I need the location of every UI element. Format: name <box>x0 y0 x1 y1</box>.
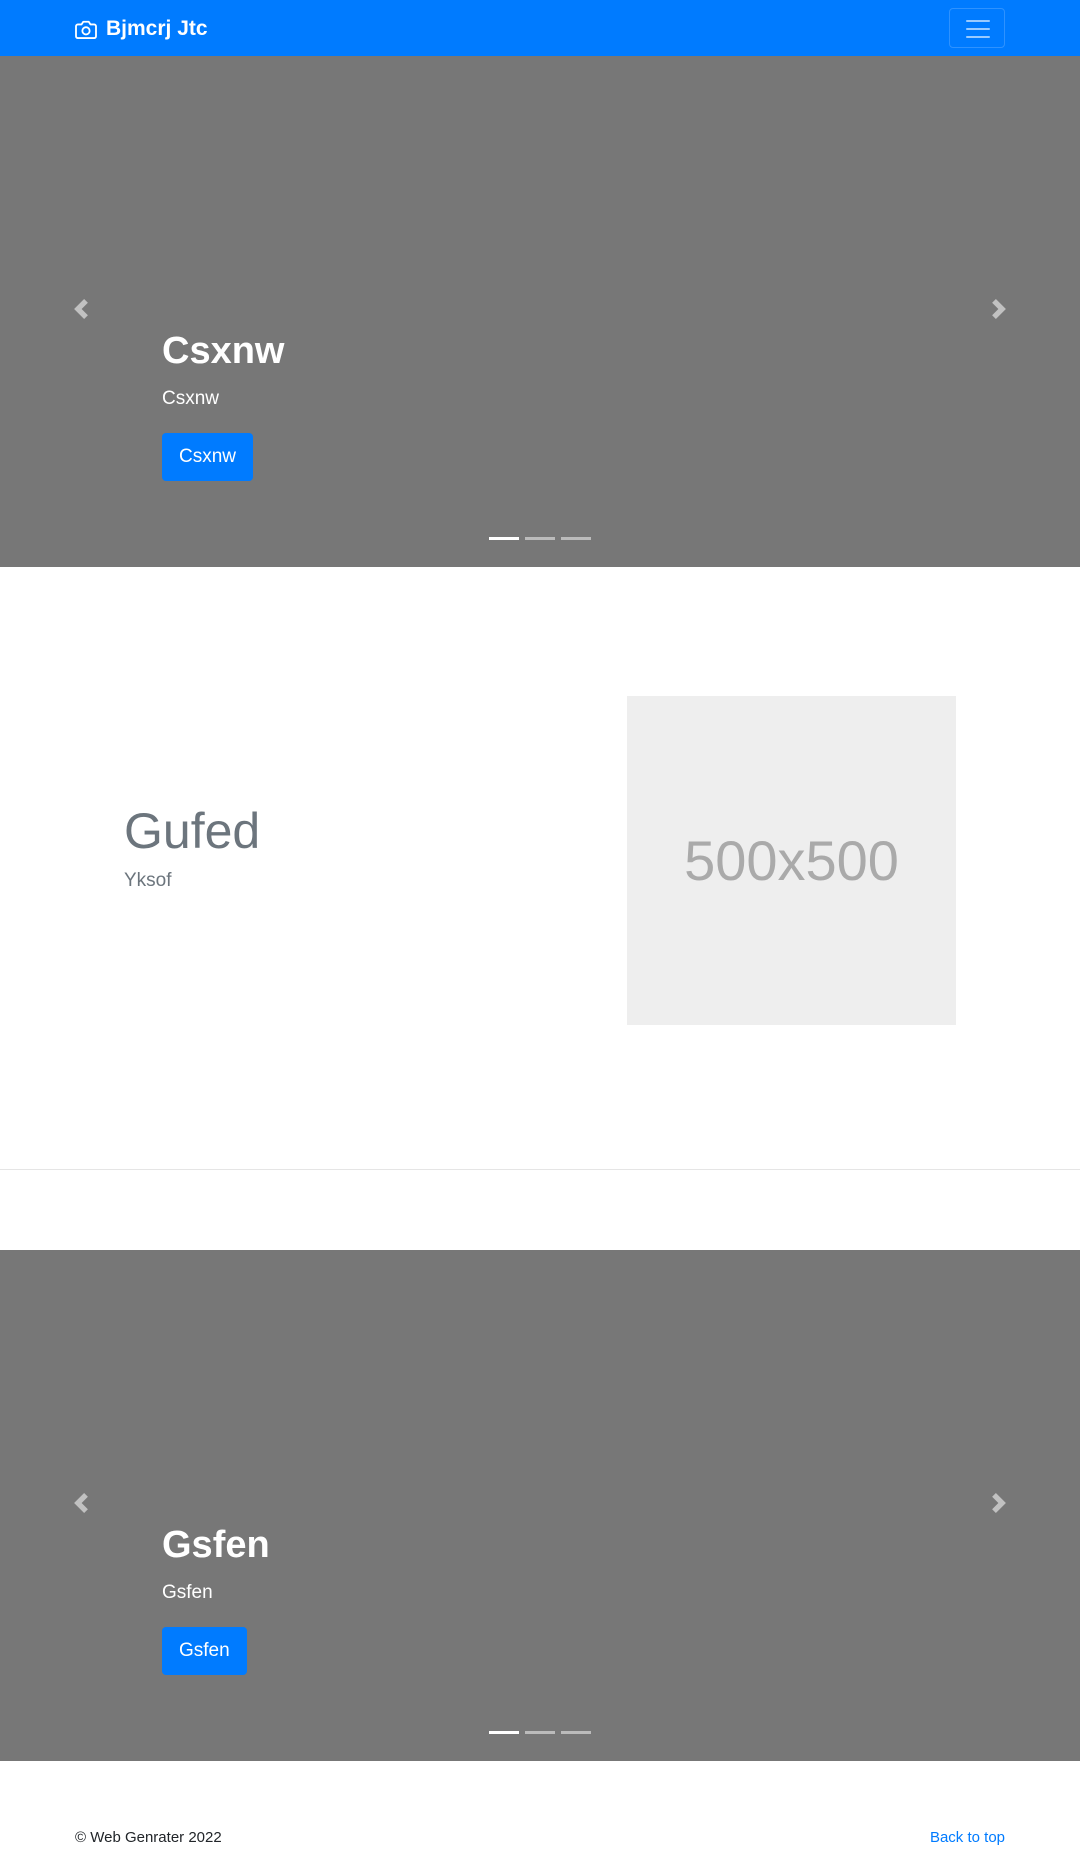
chevron-left-icon <box>74 299 88 319</box>
brand-link[interactable]: Bjmcrj Jtc <box>75 16 208 42</box>
chevron-right-icon <box>992 299 1006 319</box>
placeholder-label: 500x500 <box>684 829 899 892</box>
chevron-right-icon <box>992 1493 1006 1513</box>
hero-carousel: Csxnw Csxnw Csxnw <box>0 56 1080 567</box>
carousel-heading: Gsfen <box>162 1524 270 1566</box>
carousel-indicators <box>0 1731 1080 1737</box>
image-placeholder: 500x500 <box>627 696 956 1025</box>
chevron-left-icon <box>74 1493 88 1513</box>
carousel-next-button[interactable] <box>918 1250 1080 1761</box>
carousel-indicator-1[interactable] <box>489 537 519 540</box>
carousel-caption: Gsfen Gsfen Gsfen <box>162 1523 270 1676</box>
carousel-text: Gsfen <box>162 1581 213 1603</box>
carousel-caption: Csxnw Csxnw Csxnw <box>162 329 285 482</box>
back-to-top-link[interactable]: Back to top <box>930 1829 1005 1846</box>
featurette-heading: Gufed <box>124 803 261 859</box>
carousel-indicator-2[interactable] <box>525 1731 555 1734</box>
carousel-prev-button[interactable] <box>0 1250 162 1761</box>
navbar: Bjmcrj Jtc <box>0 0 1080 56</box>
carousel-indicator-3[interactable] <box>561 537 591 540</box>
carousel-heading: Csxnw <box>162 330 285 372</box>
carousel-prev-button[interactable] <box>0 56 162 567</box>
carousel-cta-button[interactable]: Csxnw <box>162 433 254 482</box>
carousel-indicator-1[interactable] <box>489 1731 519 1734</box>
carousel-indicator-2[interactable] <box>525 537 555 540</box>
second-carousel: Gsfen Gsfen Gsfen <box>0 1250 1080 1761</box>
navbar-toggler-button[interactable] <box>949 8 1005 48</box>
carousel-cta-button[interactable]: Gsfen <box>162 1627 247 1676</box>
brand-name: Bjmcrj Jtc <box>106 17 208 40</box>
featurette-divider <box>0 1169 1080 1170</box>
carousel-text: Csxnw <box>162 387 220 409</box>
carousel-next-button[interactable] <box>918 56 1080 567</box>
carousel-indicator-3[interactable] <box>561 1731 591 1734</box>
camera-icon <box>75 20 97 39</box>
carousel-indicators <box>0 537 1080 543</box>
footer-copyright: © Web Genrater 2022 <box>75 1829 222 1846</box>
featurette-text: Yksof <box>124 870 172 891</box>
